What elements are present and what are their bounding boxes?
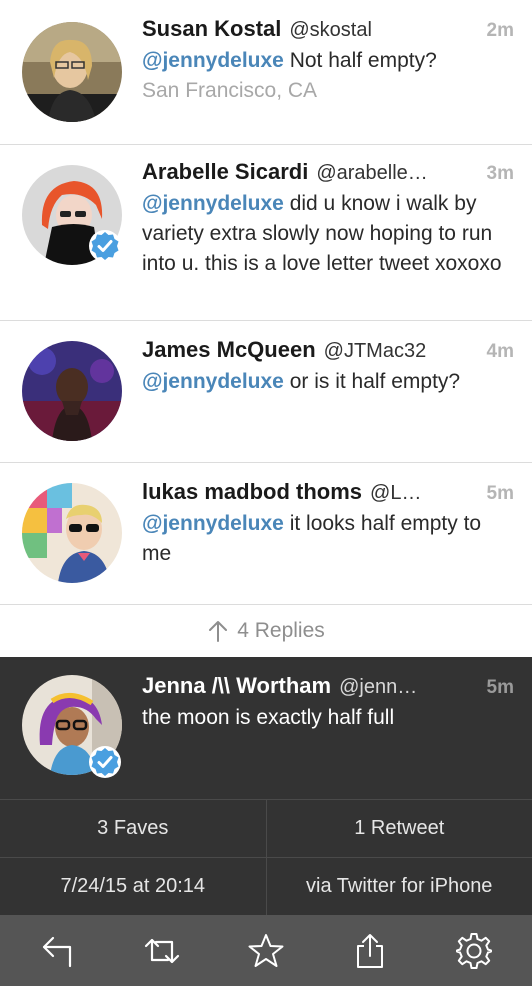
avatar-james-mcqueen[interactable]	[22, 341, 122, 441]
mention-link[interactable]: @jennydeluxe	[142, 370, 284, 393]
tweet-text: @jennydeluxe did u know i walk by variet…	[142, 189, 514, 279]
retweet-icon	[144, 938, 180, 963]
author-name[interactable]: Susan Kostal	[142, 16, 281, 42]
author-name[interactable]: Jenna /\\ Wortham	[142, 673, 331, 699]
mention-link[interactable]: @jennydeluxe	[142, 49, 284, 72]
tweet-time: 2m	[486, 20, 514, 41]
reply-icon	[42, 936, 72, 967]
focused-tweet: Jenna /\\ Wortham @jenn… 5m the moon is …	[0, 657, 532, 915]
author-name[interactable]: lukas madbod thoms	[142, 479, 362, 505]
reply-tweet-1[interactable]: Susan Kostal @skostal 2m @jennydeluxe No…	[0, 0, 532, 145]
tweet-source[interactable]: via Twitter for iPhone	[265, 858, 532, 915]
tweet-time: 3m	[486, 163, 514, 184]
author-handle: @L…	[370, 482, 422, 504]
meta-info-row: 7/24/15 at 20:14 via Twitter for iPhone	[0, 857, 532, 915]
mention-link[interactable]: @jennydeluxe	[142, 192, 284, 215]
share-icon	[357, 933, 383, 968]
tweet-time: 5m	[486, 677, 514, 698]
tweet-time: 5m	[486, 483, 514, 504]
verified-badge-icon	[89, 230, 121, 262]
tweet-text: @jennydeluxe it looks half empty to me	[142, 509, 514, 569]
tweet-body: Not half empty?	[283, 49, 437, 72]
author-name[interactable]: Arabelle Sicardi	[142, 159, 308, 185]
author-handle: @skostal	[289, 19, 372, 41]
faves-count[interactable]: 3 Faves	[0, 800, 266, 857]
author-name[interactable]: James McQueen	[142, 337, 316, 363]
favorite-button[interactable]	[236, 921, 296, 981]
reply-button[interactable]	[28, 921, 88, 981]
favorite-star-icon	[248, 933, 284, 967]
tweet-text: the moon is exactly half full	[142, 706, 395, 729]
arrow-up-icon	[209, 621, 228, 642]
author-handle: @arabelle…	[316, 162, 428, 184]
author-handle: @JTMac32	[323, 340, 427, 362]
share-button[interactable]	[340, 921, 400, 981]
reply-tweet-3[interactable]: James McQueen @JTMac32 4m @jennydeluxe o…	[0, 321, 532, 463]
reply-tweet-4[interactable]: lukas madbod thoms @L… 5m @jennydeluxe i…	[0, 463, 532, 605]
show-replies-button[interactable]: 4 Replies	[0, 605, 532, 657]
tweet-body: or is it half empty?	[283, 370, 461, 393]
settings-gear-icon	[456, 932, 492, 969]
mention-link[interactable]: @jennydeluxe	[142, 512, 284, 535]
retweets-count[interactable]: 1 Retweet	[265, 800, 532, 857]
tweet-text: @jennydeluxe or is it half empty?	[142, 367, 514, 397]
settings-button[interactable]	[444, 921, 504, 981]
retweet-button[interactable]	[132, 921, 192, 981]
tweet-timestamp: 7/24/15 at 20:14	[60, 875, 206, 897]
replies-count-label: 4 Replies	[237, 619, 325, 642]
tweet-action-toolbar	[0, 915, 532, 986]
verified-badge-icon	[89, 746, 121, 778]
avatar-lukas-madbod-thoms[interactable]	[22, 483, 122, 583]
avatar-susan-kostal[interactable]	[22, 22, 122, 122]
reply-tweet-2[interactable]: Arabelle Sicardi @arabelle… 3m @jennydel…	[0, 145, 532, 321]
engagement-stats-row: 3 Faves 1 Retweet	[0, 799, 532, 857]
author-handle: @jenn…	[339, 676, 418, 698]
tweet-time: 4m	[486, 341, 514, 362]
tweet-text: @jennydeluxe Not half empty?	[142, 46, 514, 76]
tweet-location[interactable]: San Francisco, CA	[142, 76, 514, 106]
